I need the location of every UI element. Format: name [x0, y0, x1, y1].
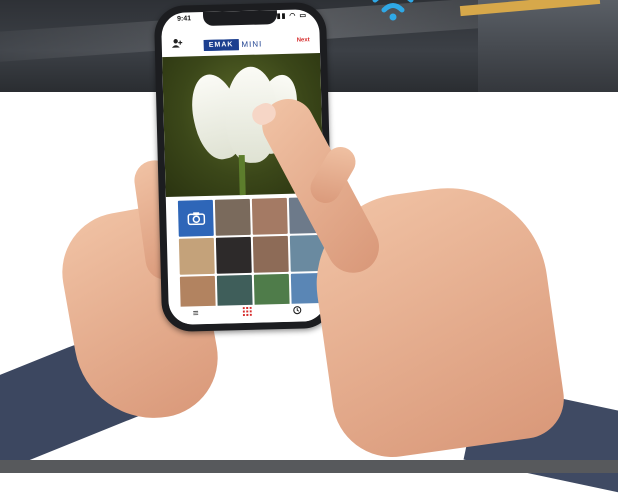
gallery-photo[interactable] [252, 235, 289, 273]
gallery-photo[interactable] [214, 198, 251, 236]
add-user-icon[interactable] [171, 39, 183, 51]
gallery-photo[interactable] [251, 197, 288, 235]
status-icons: ▮▮ ◠ ▭ [276, 12, 308, 21]
tulip-stem [238, 154, 246, 196]
status-time: 9:41 [177, 15, 192, 23]
history-icon[interactable] [293, 306, 302, 318]
gallery-photo[interactable] [215, 236, 252, 274]
brand-suffix-text: MINI [241, 38, 263, 49]
bottom-strip [0, 460, 618, 473]
phone-notch [202, 10, 278, 27]
grid-icon[interactable] [242, 306, 252, 319]
gallery-photo[interactable] [178, 237, 215, 275]
menu-icon[interactable]: ≡ [193, 308, 199, 319]
background-device [478, 0, 618, 92]
camera-icon [187, 212, 205, 226]
camera-button[interactable] [177, 199, 214, 237]
next-button[interactable]: Next [297, 37, 310, 43]
brand-logo: EMAK MINI [203, 37, 263, 51]
photo-gallery-grid [177, 196, 327, 313]
wifi-icon [372, 0, 414, 21]
brand-box-text: EMAK [203, 38, 239, 51]
bottom-tab-bar: ≡ [168, 302, 328, 326]
